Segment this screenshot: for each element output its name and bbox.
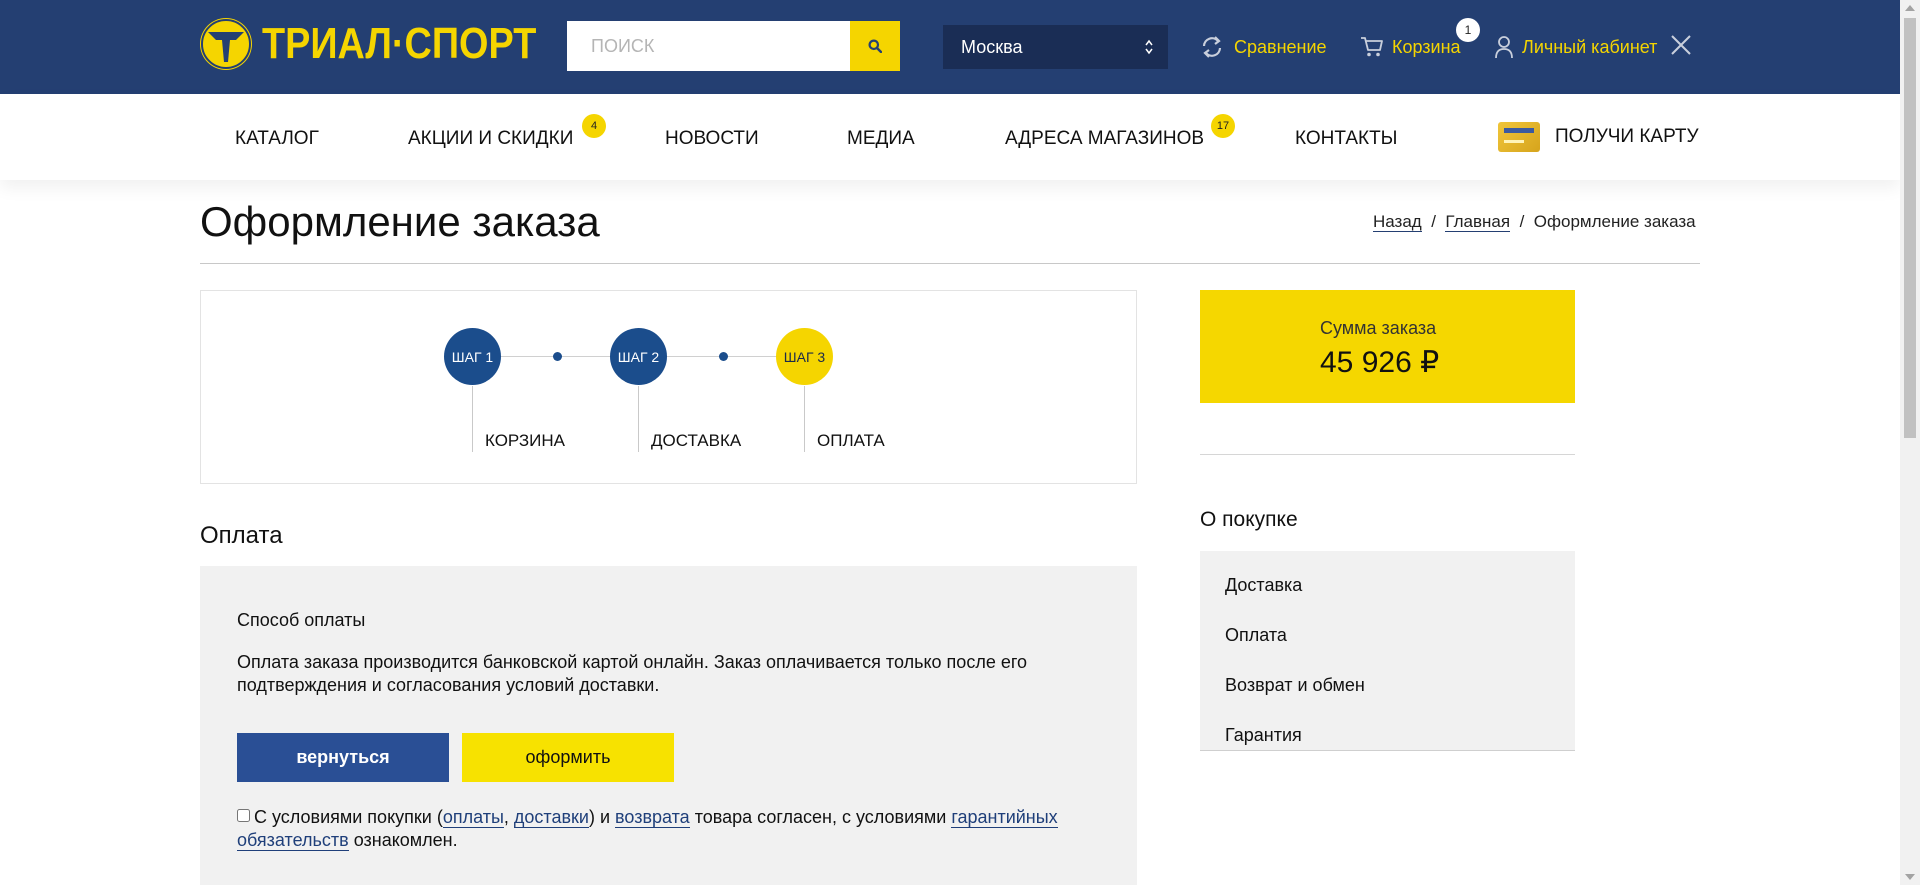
cart-label: Корзина [1392,36,1461,57]
logo[interactable]: ТРИАЛ·СПОРТ [200,18,581,70]
terms-text: товара согласен, с условиями [689,807,952,827]
about-item-returns[interactable]: Возврат и обмен [1225,675,1365,696]
nav-item-media[interactable]: МЕДИА [847,128,915,150]
step-1-line [472,386,473,452]
step-2-line [638,386,639,452]
close-icon[interactable] [1670,34,1692,56]
compare-link[interactable]: Сравнение [1198,30,1327,64]
terms-text: ) и [588,807,616,827]
nav-item-contacts[interactable]: КОНТАКТЫ [1295,128,1398,150]
search-input[interactable] [567,21,850,71]
scrollbar-thumb[interactable] [1904,18,1916,438]
scroll-up-arrow-icon[interactable] [1905,5,1915,11]
top-header: ТРИАЛ·СПОРТ Москва Сравнение [0,0,1900,94]
terms-text: С условиями покупки ( [254,807,443,827]
step-dot [719,352,728,361]
about-purchase-list: Доставка Оплата Возврат и обмен Гарантия [1200,551,1575,751]
step-2-label: ДОСТАВКА [651,431,742,450]
compare-label: Сравнение [1234,36,1327,57]
nav-item-promotions[interactable]: АКЦИИ И СКИДКИ [408,128,573,150]
nav-item-news[interactable]: НОВОСТИ [665,128,759,150]
payment-method-title: Способ оплаты [237,610,366,630]
logo-emblem-icon [200,18,252,70]
user-icon [1494,35,1514,59]
about-item-payment[interactable]: Оплата [1225,625,1287,646]
page-title: Оформление заказа [200,198,600,245]
terms-agreement: С условиями покупки (оплаты, доставки) и… [237,806,1077,852]
search-icon [868,39,882,53]
account-label: Личный кабинет [1522,36,1658,57]
breadcrumb-home-link[interactable]: Главная [1445,212,1511,232]
payment-description: Оплата заказа производится банковской ка… [237,652,1028,695]
sidebar-divider [1200,454,1575,455]
step-1-circle: ШАГ 1 [444,328,501,385]
about-purchase-title: О покупке [1200,508,1298,531]
title-divider [200,263,1700,264]
checkout-steps: ШАГ 1 КОРЗИНА ШАГ 2 ДОСТАВКА ШАГ 3 ОПЛАТ… [200,290,1137,484]
breadcrumb-back-link[interactable]: Назад [1373,212,1422,232]
cart-link[interactable]: Корзина [1360,30,1461,64]
compare-icon [1198,33,1226,61]
cart-icon [1360,36,1384,58]
nav-item-store-addresses[interactable]: АДРЕСА МАГАЗИНОВ [1005,128,1204,150]
nav-item-catalog[interactable]: КАТАЛОГ [235,128,319,150]
payment-terms-link[interactable]: оплаты [442,807,504,828]
terms-checkbox[interactable] [237,809,250,822]
breadcrumb-current: Оформление заказа [1533,212,1696,231]
payment-section-title: Оплата [200,522,283,549]
terms-text: ознакомлен. [348,830,458,850]
page-scrollbar[interactable] [1900,0,1920,885]
breadcrumb: Назад / Главная / Оформление заказа [1373,212,1696,232]
submit-order-button[interactable]: оформить [462,733,674,782]
main-nav: КАТАЛОГ АКЦИИ И СКИДКИ 4 НОВОСТИ МЕДИА А… [0,94,1900,180]
step-3-line [804,386,805,452]
back-button[interactable]: вернуться [237,733,449,782]
terms-text: , [503,807,514,827]
order-sum-box: Сумма заказа 45 926 ₽ [1200,290,1575,403]
return-terms-link[interactable]: возврата [615,807,690,828]
delivery-terms-link[interactable]: доставки [513,807,589,828]
payment-panel: Способ оплаты Оплата заказа производится… [200,566,1137,885]
logo-text: ТРИАЛ·СПОРТ [262,19,537,68]
scroll-down-arrow-icon[interactable] [1905,874,1915,880]
select-arrows-icon [1145,39,1153,55]
search-button[interactable] [850,21,900,71]
promotions-badge: 4 [582,114,606,138]
about-item-warranty[interactable]: Гарантия [1225,725,1302,746]
city-select[interactable]: Москва [943,25,1168,69]
order-sum-value: 45 926 ₽ [1320,346,1440,379]
city-value: Москва [961,36,1023,57]
step-1-label: КОРЗИНА [485,431,566,450]
get-card-link[interactable]: ПОЛУЧИ КАРТУ [1555,126,1699,148]
search-bar [567,21,900,71]
step-3-label: ОПЛАТА [817,431,885,450]
cart-count-badge: 1 [1456,18,1480,42]
order-sum-label: Сумма заказа [1320,318,1437,338]
loyalty-card-icon [1498,122,1540,152]
step-dot [553,352,562,361]
stores-badge: 17 [1211,114,1235,138]
account-link[interactable]: Личный кабинет [1494,30,1657,64]
step-3-circle: ШАГ 3 [776,328,833,385]
step-2-circle: ШАГ 2 [610,328,667,385]
about-item-delivery[interactable]: Доставка [1225,575,1302,596]
